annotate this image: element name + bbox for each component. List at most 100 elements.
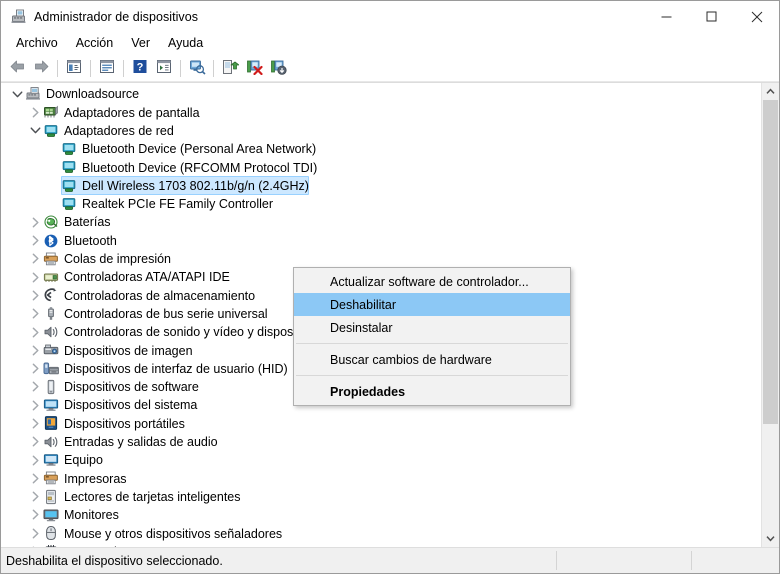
tree-item-label: Controladoras ATA/ATAPI IDE <box>64 270 230 285</box>
status-text: Deshabilita el dispositivo seleccionado. <box>6 553 223 568</box>
tree-item[interactable]: Colas de impresión <box>1 250 761 268</box>
tree-item-label: Adaptadores de pantalla <box>64 105 200 120</box>
help-question-icon: ? <box>132 59 148 77</box>
disable-device-icon <box>270 59 287 78</box>
scroll-up-button[interactable] <box>762 83 779 100</box>
tree-item-label: Monitores <box>64 508 119 523</box>
ctx-update-driver[interactable]: Actualizar software de controlador... <box>294 270 570 293</box>
tree-item-label: Dispositivos portátiles <box>64 416 185 431</box>
tree-item-label: Dispositivos de interfaz de usuario (HID… <box>64 361 288 376</box>
tree-item-label: Controladoras de bus serie universal <box>64 306 268 321</box>
tree-item[interactable]: Dispositivos portátiles <box>1 414 761 432</box>
tree-item[interactable]: Bluetooth Device (RFCOMM Protocol TDI) <box>1 158 761 176</box>
tree-item[interactable]: Realtek PCIe FE Family Controller <box>1 195 761 213</box>
scrollbar-track[interactable] <box>762 100 779 530</box>
ctx-uninstall[interactable]: Desinstalar <box>294 316 570 339</box>
tree-item-label: Bluetooth <box>64 233 117 248</box>
chevron-right-icon[interactable] <box>27 452 43 468</box>
tree-item[interactable]: Mouse y otros dispositivos señaladores <box>1 524 761 542</box>
computer-icon <box>25 86 41 102</box>
chevron-right-icon[interactable] <box>27 470 43 486</box>
battery-icon <box>43 214 59 230</box>
ctx-scan-hardware[interactable]: Buscar cambios de hardware <box>294 348 570 371</box>
properties-button[interactable] <box>95 57 119 79</box>
chevron-right-icon[interactable] <box>27 507 43 523</box>
close-button[interactable] <box>734 1 779 32</box>
scroll-down-button[interactable] <box>762 530 779 547</box>
uninstall-device-button[interactable] <box>242 57 266 79</box>
maximize-button[interactable] <box>689 1 734 32</box>
scrollbar-thumb[interactable] <box>763 100 778 424</box>
chevron-right-icon[interactable] <box>27 251 43 267</box>
chevron-down-icon[interactable] <box>27 123 43 139</box>
tree-item[interactable]: Adaptadores de pantalla <box>1 103 761 121</box>
toolbar-separator <box>180 59 181 77</box>
chevron-right-icon[interactable] <box>27 525 43 541</box>
tree-item[interactable]: Impresoras <box>1 469 761 487</box>
disable-device-button[interactable] <box>266 57 290 79</box>
menu-accion[interactable]: Acción <box>67 33 123 54</box>
tree-item[interactable]: Monitores <box>1 506 761 524</box>
storage-controller-icon <box>43 287 59 303</box>
menu-ver[interactable]: Ver <box>122 33 159 54</box>
back-button[interactable] <box>5 57 29 79</box>
tree-item-label: Realtek PCIe FE Family Controller <box>82 197 274 212</box>
chevron-right-icon[interactable] <box>27 379 43 395</box>
scan-hardware-changes-button[interactable] <box>185 57 209 79</box>
chevron-right-icon[interactable] <box>27 324 43 340</box>
ctx-properties[interactable]: Propiedades <box>294 380 570 403</box>
chevron-right-icon[interactable] <box>27 287 43 303</box>
tree-item[interactable]: Adaptadores de red <box>1 122 761 140</box>
ctx-separator-1 <box>296 343 568 344</box>
tree-item[interactable]: Baterías <box>1 213 761 231</box>
update-driver-button[interactable] <box>218 57 242 79</box>
content-area: Downloadsource Adaptadores de pantalla Ada… <box>1 82 779 547</box>
chevron-right-icon[interactable] <box>27 233 43 249</box>
network-adapter-icon <box>61 159 77 175</box>
help-button[interactable]: ? <box>128 57 152 79</box>
tree-item[interactable]: Equipo <box>1 451 761 469</box>
tree-item-label: Impresoras <box>64 471 127 486</box>
chevron-right-icon[interactable] <box>27 397 43 413</box>
context-menu[interactable]: Actualizar software de controlador... Des… <box>293 267 571 406</box>
tree-item[interactable]: Dell Wireless 1703 802.11b/g/n (2.4GHz) <box>1 176 761 195</box>
chevron-right-icon[interactable] <box>27 489 43 505</box>
minimize-button[interactable] <box>644 1 689 32</box>
tree-item[interactable]: Downloadsource <box>1 85 761 103</box>
menu-ayuda[interactable]: Ayuda <box>159 33 212 54</box>
system-device-icon <box>43 397 59 413</box>
computer-device-icon <box>43 452 59 468</box>
menu-bar: Archivo Acción Ver Ayuda <box>1 32 779 55</box>
tree-item[interactable]: Bluetooth <box>1 231 761 249</box>
tree-item[interactable]: Bluetooth Device (Personal Area Network) <box>1 140 761 158</box>
chevron-right-icon[interactable] <box>27 434 43 450</box>
toolbar-separator <box>123 59 124 77</box>
chevron-right-icon[interactable] <box>27 269 43 285</box>
chevron-right-icon[interactable] <box>27 361 43 377</box>
status-separator-1 <box>556 551 557 570</box>
tree-item-label: Dell Wireless 1703 802.11b/g/n (2.4GHz) <box>82 178 309 193</box>
chevron-right-icon[interactable] <box>27 104 43 120</box>
tree-item[interactable]: Entradas y salidas de audio <box>1 433 761 451</box>
chevron-right-icon[interactable] <box>27 214 43 230</box>
toolbar: ? <box>1 55 779 82</box>
menu-archivo[interactable]: Archivo <box>7 33 67 54</box>
tree-item[interactable]: Lectores de tarjetas inteligentes <box>1 488 761 506</box>
toolbar-separator <box>57 59 58 77</box>
chevron-right-icon[interactable] <box>27 415 43 431</box>
network-adapter-icon <box>61 141 77 157</box>
chevron-down-icon[interactable] <box>9 86 25 102</box>
forward-button[interactable] <box>29 57 53 79</box>
chevron-right-icon[interactable] <box>27 342 43 358</box>
view-button[interactable] <box>152 57 176 79</box>
vertical-scrollbar[interactable] <box>761 83 779 547</box>
tree-item-label: Baterías <box>64 215 111 230</box>
ctx-disable[interactable]: Deshabilitar <box>294 293 570 316</box>
tree-item-label: Bluetooth Device (RFCOMM Protocol TDI) <box>82 160 318 175</box>
show-hide-console-tree-button[interactable] <box>62 57 86 79</box>
tree-item-label: Colas de impresión <box>64 252 171 267</box>
chevron-right-icon[interactable] <box>27 306 43 322</box>
scan-hardware-icon <box>189 59 206 78</box>
bluetooth-icon <box>43 233 59 249</box>
